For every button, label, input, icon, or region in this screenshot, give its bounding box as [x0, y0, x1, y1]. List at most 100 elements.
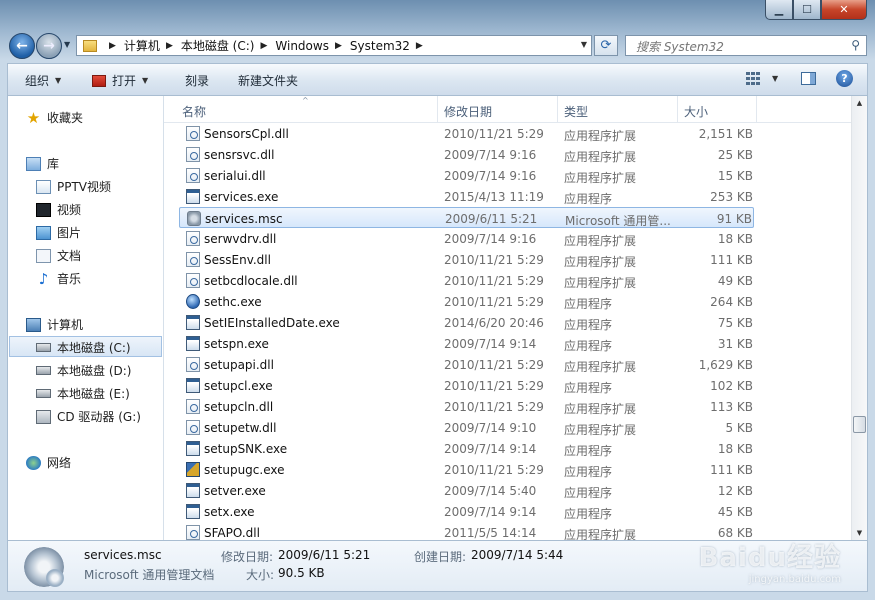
column-header-type[interactable]: 类型	[564, 103, 588, 120]
file-date-cell: 2009/7/14 9:16	[444, 232, 537, 246]
view-options-dropdown[interactable]: ▼	[772, 74, 778, 83]
burn-button[interactable]: 刻录	[185, 72, 209, 89]
vertical-scrollbar[interactable]: ▲ ▼	[851, 96, 867, 540]
music-note-icon: ♪	[38, 269, 49, 288]
new-folder-button[interactable]: 新建文件夹	[238, 72, 298, 89]
column-header-date[interactable]: 修改日期	[444, 103, 492, 120]
table-row[interactable]: services.exe 2015/4/13 11:19 应用程序 253 KB	[179, 186, 754, 207]
table-row[interactable]: SetIEInstalledDate.exe 2014/6/20 20:46 应用程…	[179, 312, 754, 333]
table-row[interactable]: serialui.dll 2009/7/14 9:16 应用程序扩展 15 KB	[179, 165, 754, 186]
scroll-down-icon[interactable]: ▼	[852, 526, 867, 540]
nav-network[interactable]: 网络	[26, 454, 71, 471]
table-row[interactable]: setver.exe 2009/7/14 5:40 应用程序 12 KB	[179, 480, 754, 501]
table-row[interactable]: setupSNK.exe 2009/7/14 9:14 应用程序 18 KB	[179, 438, 754, 459]
breadcrumb-system32[interactable]: System32	[350, 39, 410, 53]
film-icon	[36, 202, 51, 217]
nav-favorites[interactable]: ★ 收藏夹	[26, 109, 83, 127]
file-date-cell: 2009/7/14 9:16	[444, 148, 537, 162]
table-row[interactable]: setupcln.dll 2010/11/21 5:29 应用程序扩展 113 KB	[179, 396, 754, 417]
chevron-right-icon[interactable]: ▶	[260, 41, 267, 51]
open-button[interactable]: 打开 ▼	[92, 72, 148, 89]
watermark-brand: Baidu经验	[698, 543, 841, 573]
table-row[interactable]: SensorsCpl.dll 2010/11/21 5:29 应用程序扩展 2,151…	[179, 123, 754, 144]
search-box[interactable]: ⚲	[625, 35, 867, 56]
table-row[interactable]: setspn.exe 2009/7/14 9:14 应用程序 31 KB	[179, 333, 754, 354]
nav-computer[interactable]: 计算机	[26, 316, 83, 333]
organize-menu[interactable]: 组织 ▼	[25, 72, 61, 89]
sort-ascending-icon: ^	[302, 96, 309, 105]
breadcrumb-windows[interactable]: Windows	[275, 39, 329, 53]
file-date-cell: 2009/7/14 9:10	[444, 421, 537, 435]
chevron-right-icon[interactable]: ▶	[416, 41, 423, 51]
picture-icon	[36, 225, 51, 240]
nav-drive-d[interactable]: 本地磁盘 (D:)	[36, 362, 131, 379]
nav-item-label: 图片	[57, 226, 82, 240]
search-icon[interactable]: ⚲	[851, 38, 860, 52]
refresh-button[interactable]: ⟳	[594, 35, 618, 56]
file-size-cell: 49 KB	[717, 274, 753, 288]
breadcrumb-drive-c[interactable]: 本地磁盘 (C:)	[181, 37, 255, 54]
table-row[interactable]: SessEnv.dll 2010/11/21 5:29 应用程序扩展 111 KB	[179, 249, 754, 270]
nav-drive-c[interactable]: 本地磁盘 (C:)	[36, 339, 131, 356]
back-button[interactable]: ←	[9, 33, 35, 59]
file-name-cell: sensrsvc.dll	[204, 148, 275, 162]
nav-libraries[interactable]: 库	[26, 155, 59, 172]
nav-drive-e[interactable]: 本地磁盘 (E:)	[36, 385, 130, 402]
column-divider[interactable]	[677, 96, 678, 122]
table-row[interactable]: setbcdlocale.dll 2010/11/21 5:29 应用程序扩展 49 …	[179, 270, 754, 291]
file-date-cell: 2010/11/21 5:29	[444, 127, 544, 141]
close-button[interactable]: ✕	[821, 0, 867, 20]
chevron-right-icon[interactable]: ▶	[335, 41, 342, 51]
column-header-name[interactable]: 名称	[182, 103, 206, 120]
chevron-right-icon[interactable]: ▶	[166, 41, 173, 51]
nav-drive-g[interactable]: CD 驱动器 (G:)	[36, 408, 141, 425]
column-divider[interactable]	[437, 96, 438, 122]
file-type-cell: 应用程序扩展	[564, 360, 637, 374]
file-size-cell: 45 KB	[717, 505, 753, 519]
table-row[interactable]: sensrsvc.dll 2009/7/14 9:16 应用程序扩展 25 KB	[179, 144, 754, 165]
breadcrumb-root-arrow[interactable]: ▶	[103, 41, 124, 51]
table-row[interactable]: setupcl.exe 2010/11/21 5:29 应用程序 102 KB	[179, 375, 754, 396]
table-row[interactable]: setupugc.exe 2010/11/21 5:29 应用程序 111 KB	[179, 459, 754, 480]
open-label: 打开	[112, 74, 137, 88]
file-list: ^ 名称 修改日期 类型 大小 SensorsCpl.dll 2010/11/21…	[164, 96, 868, 540]
nav-item-pptv[interactable]: PPTV视频	[36, 178, 111, 195]
file-size-cell: 12 KB	[717, 484, 753, 498]
address-history-dropdown[interactable]: ▼	[581, 40, 587, 49]
nav-item-pictures[interactable]: 图片	[36, 224, 81, 241]
column-header-size[interactable]: 大小	[684, 103, 708, 120]
file-type-cell: 应用程序扩展	[564, 255, 637, 269]
file-name-cell: services.msc	[205, 212, 283, 226]
nav-computer-label: 计算机	[47, 318, 84, 332]
nav-item-videos[interactable]: 视频	[36, 201, 81, 218]
table-row[interactable]: sethc.exe 2010/11/21 5:29 应用程序 264 KB	[179, 291, 754, 312]
details-created-label: 创建日期:	[414, 550, 467, 564]
column-divider[interactable]	[557, 96, 558, 122]
preview-pane-icon[interactable]	[801, 72, 816, 85]
nav-item-documents[interactable]: 文档	[36, 247, 81, 264]
table-row[interactable]: SFAPO.dll 2011/5/5 14:14 应用程序扩展 68 KB	[179, 522, 754, 540]
chevron-down-icon: ▼	[55, 76, 62, 85]
search-input[interactable]	[634, 37, 848, 56]
forward-button[interactable]: →	[36, 33, 62, 59]
table-row[interactable]: setx.exe 2009/7/14 9:14 应用程序 45 KB	[179, 501, 754, 522]
table-row[interactable]: setupetw.dll 2009/7/14 9:10 应用程序扩展 5 KB	[179, 417, 754, 438]
maximize-button[interactable]: ☐	[793, 0, 821, 20]
table-row[interactable]: serwvdrv.dll 2009/7/14 9:16 应用程序扩展 18 KB	[179, 228, 754, 249]
table-row[interactable]: setupapi.dll 2010/11/21 5:29 应用程序扩展 1,629 K…	[179, 354, 754, 375]
help-icon[interactable]: ?	[836, 70, 853, 87]
file-date-cell: 2010/11/21 5:29	[444, 379, 544, 393]
file-size-cell: 91 KB	[716, 212, 752, 226]
column-divider[interactable]	[756, 96, 757, 122]
recent-pages-dropdown[interactable]: ▼	[64, 40, 70, 49]
nav-item-music[interactable]: ♪ 音乐	[36, 269, 81, 288]
breadcrumb-computer[interactable]: 计算机	[124, 37, 160, 54]
burn-label: 刻录	[185, 74, 210, 88]
scrollbar-thumb[interactable]	[853, 416, 866, 433]
table-row-selected[interactable]: services.msc 2009/6/11 5:21 Microsoft 通用管.…	[179, 207, 754, 228]
minimize-button[interactable]: ▁	[765, 0, 793, 20]
baidu-watermark: Baidu经验 jingyan.baidu.com	[699, 537, 841, 585]
address-bar[interactable]: ▶ 计算机 ▶ 本地磁盘 (C:) ▶ Windows ▶ System32 ▶ ▼	[76, 35, 592, 56]
change-view-icon[interactable]	[746, 72, 762, 86]
scroll-up-icon[interactable]: ▲	[852, 96, 867, 110]
